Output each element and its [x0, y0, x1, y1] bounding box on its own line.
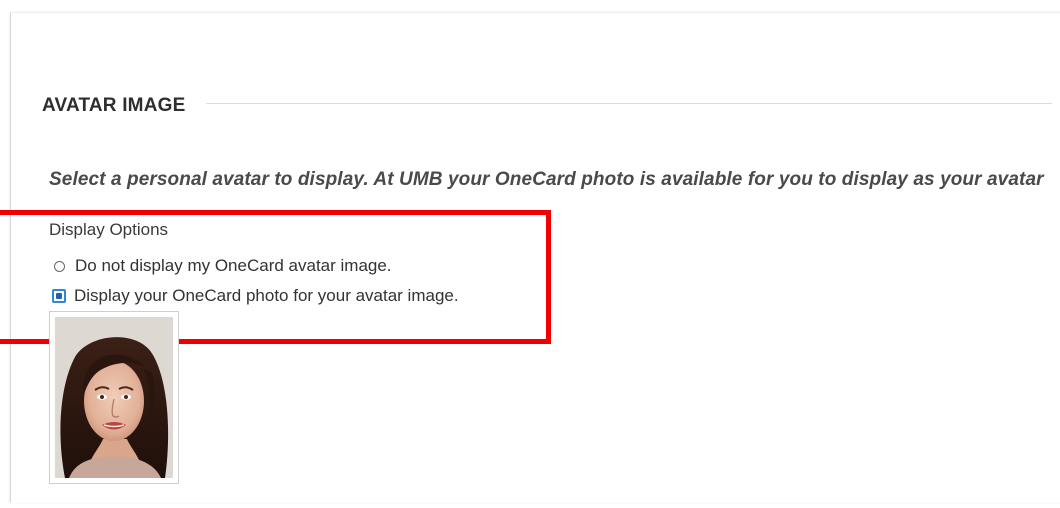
option-display-onecard-photo[interactable]: Display your OneCard photo for your avat… — [52, 285, 459, 307]
avatar-instructions: Select a personal avatar to display. At … — [49, 169, 1044, 190]
option-do-not-display[interactable]: Do not display my OneCard avatar image. — [54, 255, 392, 277]
section-divider — [206, 103, 1052, 104]
section-title: AVATAR IMAGE — [42, 95, 186, 116]
avatar-portrait-image — [55, 317, 173, 478]
option-display-onecard-photo-label[interactable]: Display your OneCard photo for your avat… — [74, 286, 459, 306]
radio-do-not-display[interactable] — [54, 260, 65, 272]
avatar-photo — [55, 317, 173, 478]
radio-display-onecard-photo[interactable] — [52, 289, 66, 303]
avatar-photo-frame — [49, 311, 179, 484]
display-options-label: Display Options — [49, 220, 169, 239]
option-do-not-display-label[interactable]: Do not display my OneCard avatar image. — [75, 256, 392, 276]
